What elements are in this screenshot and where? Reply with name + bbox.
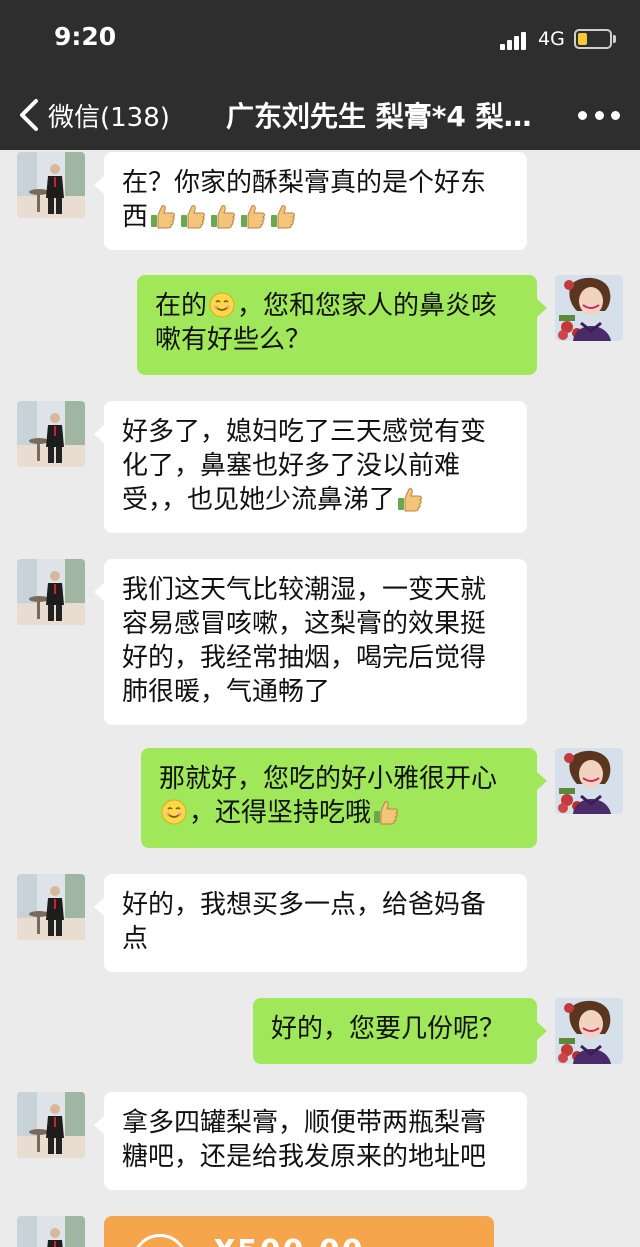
thumbs-up-icon <box>179 202 207 230</box>
transfer-card[interactable]: ¥500.00 <box>104 1216 494 1247</box>
thumbs-up-icon <box>149 202 177 230</box>
message-bubble-outgoing[interactable]: 那就好，您吃的好小雅很开心 ，还得坚持吃哦 <box>141 748 547 848</box>
message-text: 在？你家的酥梨膏真的是个好东 <box>122 168 487 198</box>
back-button[interactable]: 微信(138) <box>14 94 170 136</box>
signal-icon <box>500 30 530 50</box>
more-button[interactable] <box>578 103 620 127</box>
contact-avatar[interactable] <box>17 1092 85 1158</box>
message-text: 点 <box>122 924 149 954</box>
contact-avatar[interactable] <box>17 152 85 218</box>
chat-area[interactable]: 在？你家的酥梨膏真的是个好东 西 在的 ，您和您家人的鼻炎咳 嗽有好些么？ 好多了… <box>0 150 640 1247</box>
message-text: 糖吧，还是给我发原来的地址吧 <box>122 1142 487 1172</box>
smile-icon <box>208 291 236 319</box>
nav-bar: 微信(138) 广东刘先生 梨膏*4 梨… <box>0 80 640 150</box>
message-text: 好的，我想买多一点，给爸妈备 <box>122 890 487 920</box>
message-text: 化了，鼻塞也好多了没以前难 <box>122 451 461 481</box>
smile-icon <box>160 798 188 826</box>
thumbs-up-icon <box>269 202 297 230</box>
transfer-amount: ¥500.00 <box>214 1234 365 1247</box>
contact-avatar[interactable] <box>17 559 85 625</box>
battery-icon <box>574 29 612 49</box>
network-type: 4G <box>538 28 565 50</box>
message-bubble-incoming[interactable]: 在？你家的酥梨膏真的是个好东 西 <box>94 152 527 250</box>
my-avatar[interactable] <box>555 275 623 341</box>
chevron-left-icon <box>20 99 38 131</box>
message-text: 容易感冒咳嗽，这梨膏的效果挺 <box>122 609 487 639</box>
message-bubble-incoming[interactable]: 拿多四罐梨膏，顺便带两瓶梨膏 糖吧，还是给我发原来的地址吧 <box>94 1092 527 1190</box>
message-text: 拿多四罐梨膏，顺便带两瓶梨膏 <box>122 1108 487 1138</box>
battery-nub <box>613 35 616 43</box>
transfer-icon <box>132 1234 188 1247</box>
message-text: 我们这天气比较潮湿，一变天就 <box>122 575 487 605</box>
message-text: ，还得坚持吃哦 <box>189 798 372 828</box>
message-text: 好的，您要几份呢？ <box>271 1014 506 1044</box>
more-dot <box>578 110 587 120</box>
more-dot <box>594 110 604 120</box>
contact-avatar[interactable] <box>17 1216 85 1247</box>
thumbs-up-icon <box>396 485 424 513</box>
back-label: 微信(138) <box>48 102 170 133</box>
contact-avatar[interactable] <box>17 401 85 467</box>
thumbs-up-icon <box>239 202 267 230</box>
message-bubble-incoming[interactable]: 我们这天气比较潮湿，一变天就 容易感冒咳嗽，这梨膏的效果挺 好的，我经常抽烟，喝… <box>94 559 527 725</box>
contact-avatar[interactable] <box>17 874 85 940</box>
message-text: 那就好，您吃的好小雅很开心 <box>159 764 498 794</box>
status-time: 9:20 <box>54 22 117 51</box>
message-text: 好多了，媳妇吃了三天感觉有变 <box>122 417 487 447</box>
message-bubble-incoming[interactable]: 好多了，媳妇吃了三天感觉有变 化了，鼻塞也好多了没以前难 受，，也见她少流鼻涕了 <box>94 401 527 533</box>
message-text: 嗽有好些么？ <box>155 325 312 355</box>
status-bar: 9:20 4G <box>0 0 640 80</box>
my-avatar[interactable] <box>555 748 623 814</box>
thumbs-up-icon <box>209 202 237 230</box>
message-text: 肺很暖，气通畅了 <box>122 677 331 707</box>
more-dot <box>611 110 620 120</box>
message-bubble-outgoing[interactable]: 在的 ，您和您家人的鼻炎咳 嗽有好些么？ <box>137 275 547 375</box>
message-text: 西 <box>122 202 149 232</box>
message-text: 受，，也见她少流鼻涕了 <box>122 485 396 515</box>
chat-title: 广东刘先生 梨膏*4 梨… <box>226 100 532 133</box>
message-text: 好的，我经常抽烟，喝完后觉得 <box>122 643 487 673</box>
message-bubble-incoming[interactable]: 好的，我想买多一点，给爸妈备 点 <box>94 874 527 972</box>
message-bubble-outgoing[interactable]: 好的，您要几份呢？ <box>253 998 547 1064</box>
message-text: 在的 <box>155 291 208 321</box>
thumbs-up-icon <box>372 798 400 826</box>
my-avatar[interactable] <box>555 998 623 1064</box>
message-text: ，您和您家人的鼻炎咳 <box>237 291 498 321</box>
